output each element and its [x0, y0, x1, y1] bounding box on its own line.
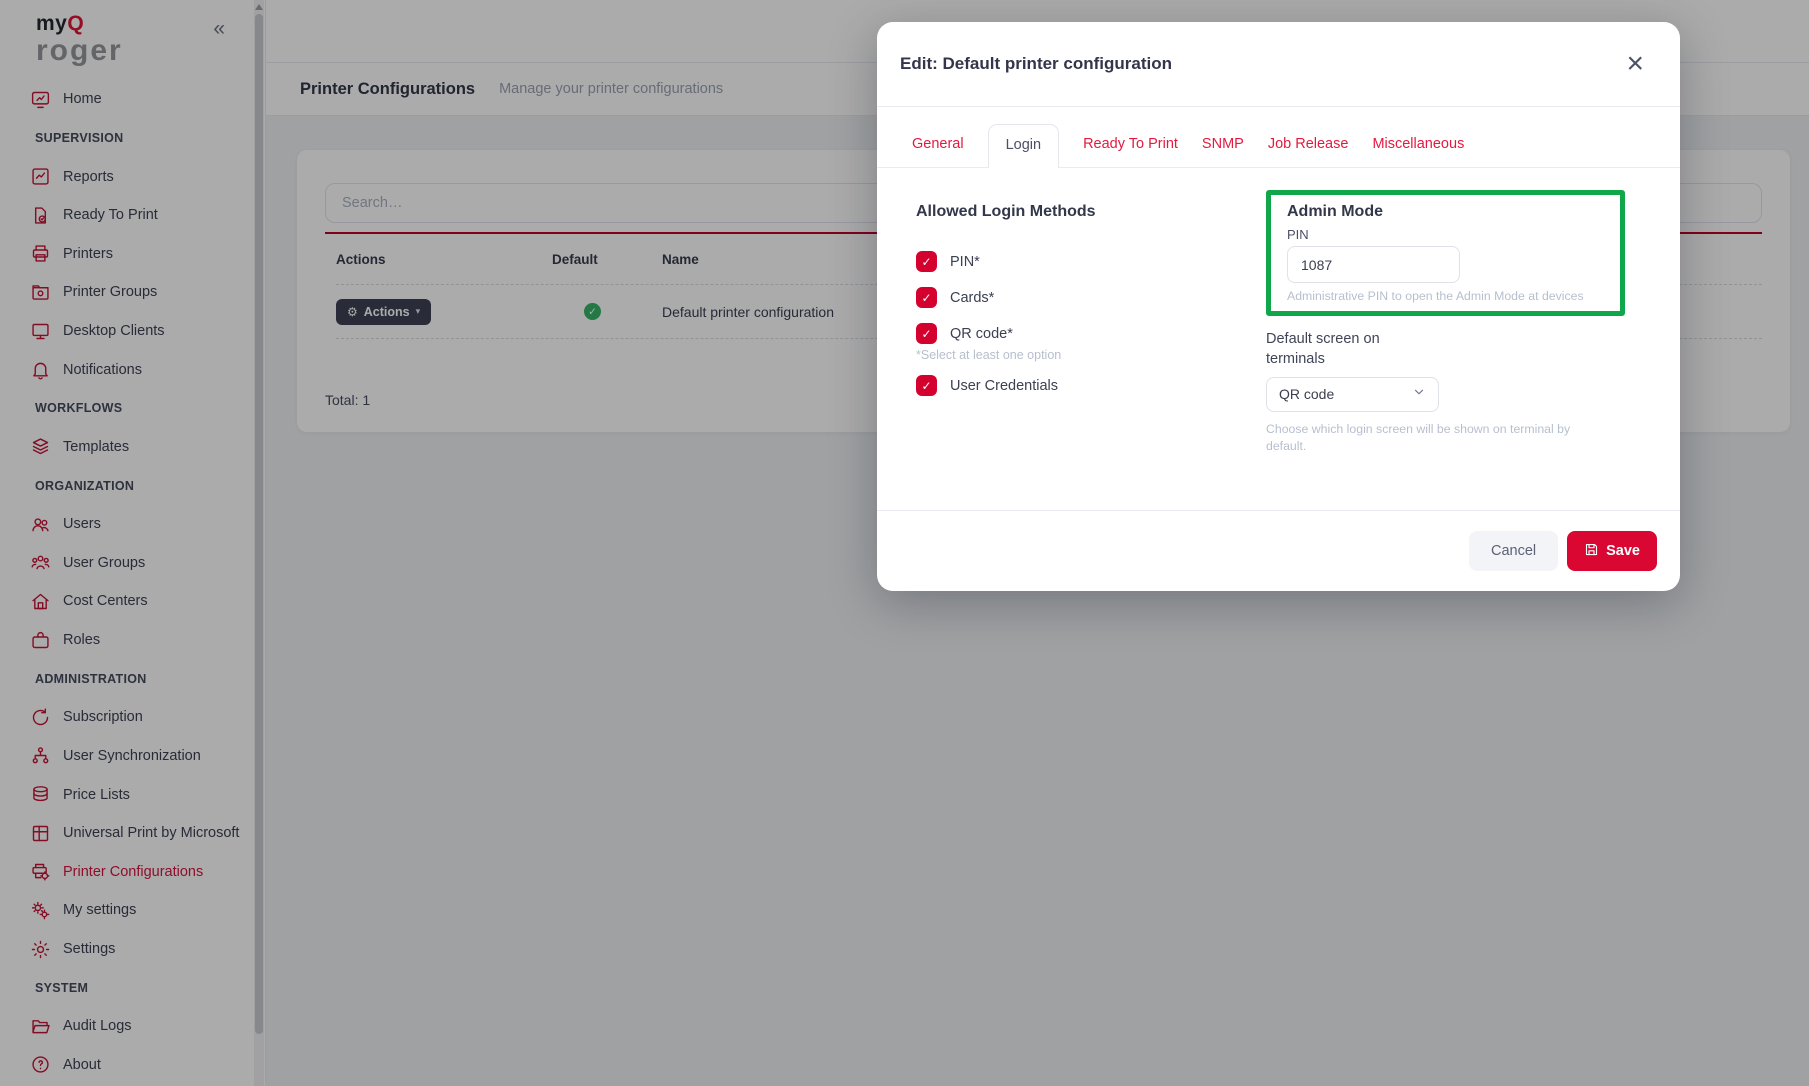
login-methods-note: *Select at least one option [916, 348, 1062, 362]
modal-footer: Cancel Save [877, 510, 1680, 591]
checkbox-cards[interactable]: ✓ [916, 287, 937, 308]
modal-title: Edit: Default printer configuration [900, 54, 1172, 73]
admin-mode-highlight-box: Admin Mode PIN Administrative PIN to ope… [1266, 190, 1625, 316]
allowed-login-methods-section: Allowed Login Methods ✓ PIN* ✓ Cards* ✓ QR co… [916, 203, 1226, 411]
admin-pin-input[interactable] [1287, 246, 1460, 283]
admin-mode-column: Admin Mode PIN Administrative PIN to ope… [1266, 190, 1661, 456]
modal-body: Allowed Login Methods ✓ PIN* ✓ Cards* ✓ QR co… [877, 168, 1680, 510]
login-option-label: User Credentials [950, 377, 1058, 394]
chevron-down-icon [1412, 385, 1426, 404]
default-screen-label: Default screen on terminals [1266, 331, 1380, 368]
allowed-login-methods-heading: Allowed Login Methods [916, 203, 1096, 220]
cancel-button[interactable]: Cancel [1468, 531, 1559, 571]
login-options-list: ✓ PIN* ✓ Cards* ✓ QR code* *Select at least on… [916, 251, 1226, 396]
login-option-label: Cards* [950, 289, 995, 306]
admin-pin-helper: Administrative PIN to open the Admin Mod… [1287, 289, 1584, 303]
login-option-user-credentials: ✓ User Credentials [916, 375, 1226, 396]
tab-login[interactable]: Login [987, 124, 1060, 168]
save-button-label: Save [1606, 543, 1640, 559]
tab-snmp[interactable]: SNMP [1202, 136, 1244, 167]
modal-tabs: General Login Ready To Print SNMP Job Releas… [877, 107, 1680, 168]
default-screen-value: QR code [1279, 386, 1335, 403]
default-screen-select[interactable]: QR code [1266, 376, 1439, 412]
edit-printer-configuration-modal: Edit: Default printer configuration × Ge… [877, 22, 1680, 591]
tab-job-release[interactable]: Job Release [1268, 136, 1349, 167]
default-screen-helper: Choose which login screen will be shown … [1266, 421, 1571, 454]
checkbox-user-credentials[interactable]: ✓ [916, 375, 937, 396]
admin-mode-heading: Admin Mode [1287, 203, 1383, 220]
tab-general[interactable]: General [912, 136, 964, 167]
login-option-label: PIN* [950, 253, 980, 270]
login-option-cards: ✓ Cards* [916, 287, 1226, 308]
save-floppy-icon [1584, 542, 1599, 561]
save-button[interactable]: Save [1567, 531, 1657, 571]
tab-miscellaneous[interactable]: Miscellaneous [1372, 136, 1464, 167]
close-icon[interactable]: × [1626, 49, 1644, 79]
pin-field-label: PIN [1287, 227, 1309, 242]
checkbox-qr-code[interactable]: ✓ [916, 323, 937, 344]
login-option-pin: ✓ PIN* [916, 251, 1226, 272]
tab-ready-to-print[interactable]: Ready To Print [1083, 136, 1178, 167]
modal-header: Edit: Default printer configuration × [877, 22, 1680, 107]
login-option-qr-code: ✓ QR code* [916, 323, 1226, 344]
checkbox-pin[interactable]: ✓ [916, 251, 937, 272]
login-option-label: QR code* [950, 325, 1013, 342]
